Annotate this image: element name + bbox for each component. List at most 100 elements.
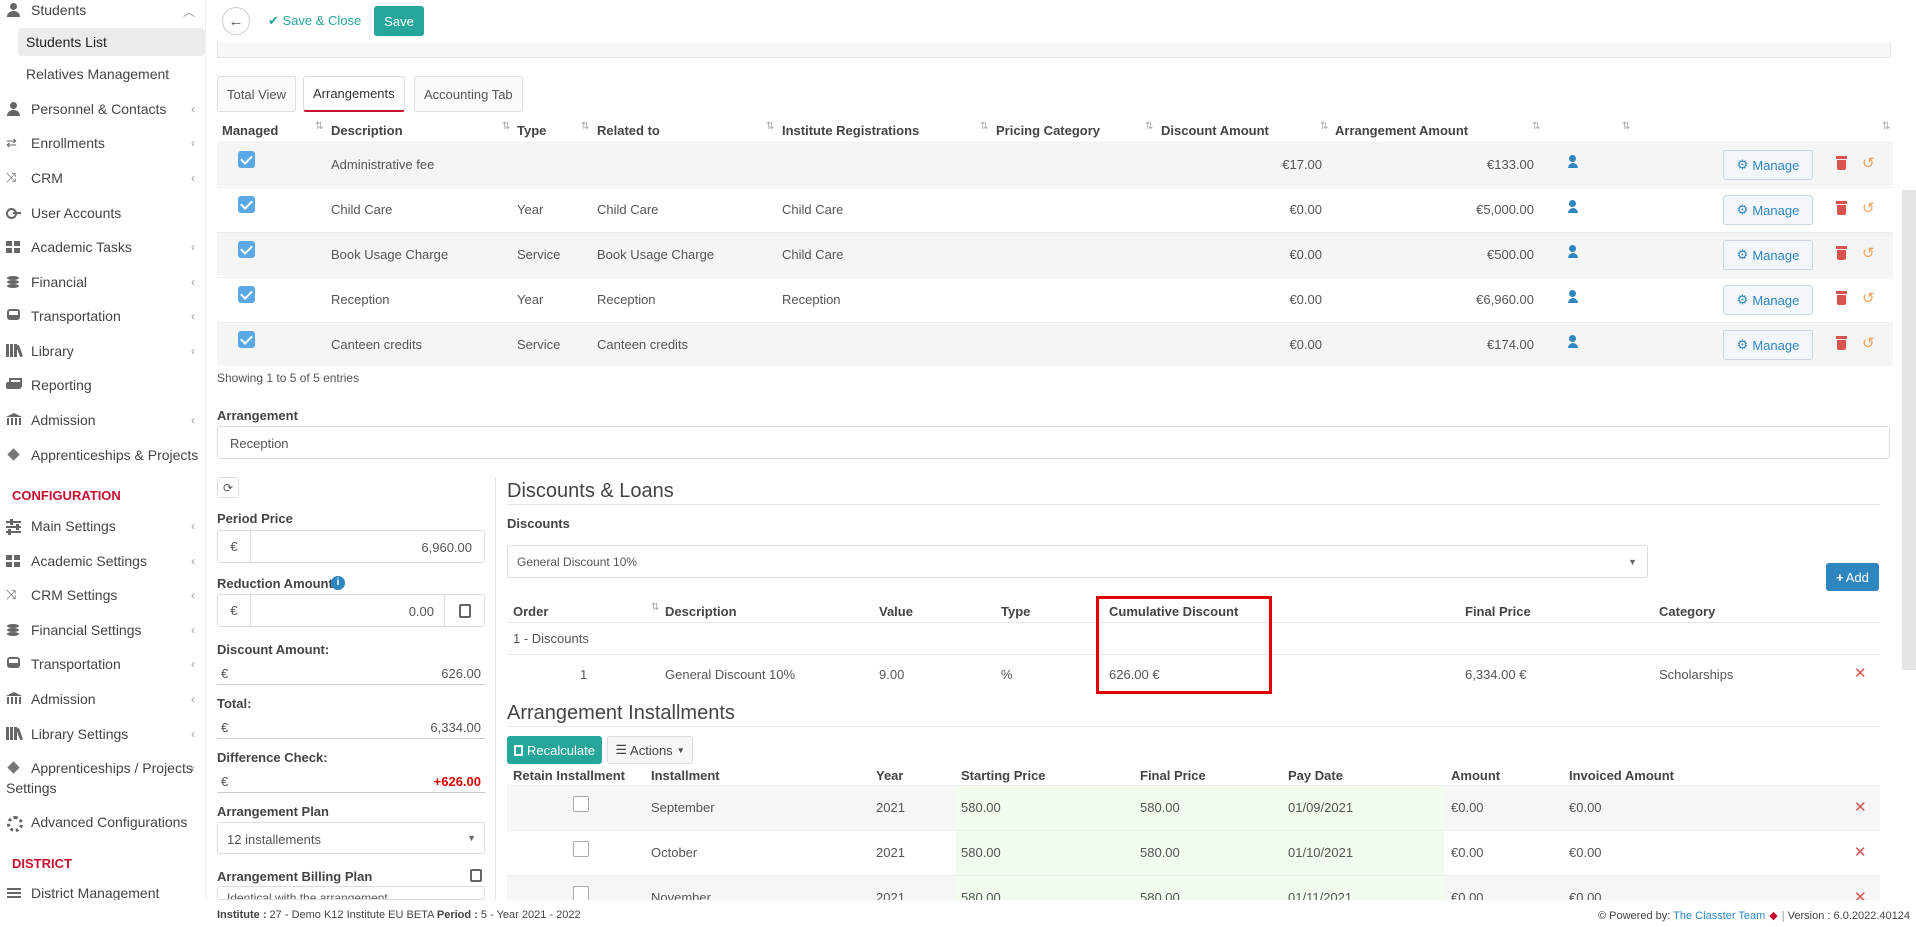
sidebar-item-students-list[interactable]: Students List: [18, 28, 205, 56]
column-header-year[interactable]: Year: [876, 768, 903, 783]
column-header-pay-date[interactable]: Pay Date: [1288, 768, 1343, 783]
column-header-starting-price[interactable]: Starting Price: [961, 768, 1046, 783]
managed-checkbox[interactable]: [238, 241, 255, 258]
calculator-icon[interactable]: [470, 869, 482, 882]
tab-accounting[interactable]: Accounting Tab: [414, 76, 523, 112]
column-header-invoiced-amount[interactable]: Invoiced Amount: [1569, 768, 1674, 783]
sort-icon[interactable]: ⇅: [651, 602, 659, 613]
column-header-managed[interactable]: Managed: [222, 123, 278, 138]
sidebar-item-admission[interactable]: Admission ‹: [6, 406, 201, 434]
cell-pay-date[interactable]: 01/11/2021: [1288, 890, 1352, 900]
column-header-description[interactable]: Description: [665, 604, 737, 619]
user-edit-icon[interactable]: [1568, 245, 1584, 259]
managed-checkbox[interactable]: [238, 151, 255, 168]
trash-icon[interactable]: [1836, 246, 1847, 260]
sidebar-item-main-settings[interactable]: Main Settings ‹: [6, 512, 201, 540]
sort-icon[interactable]: ⇅: [502, 121, 510, 132]
user-edit-icon[interactable]: [1568, 200, 1584, 214]
back-button[interactable]: ←: [222, 7, 250, 35]
history-icon[interactable]: ↺: [1862, 289, 1875, 307]
column-header-installment[interactable]: Installment: [651, 768, 720, 783]
column-header-amount[interactable]: Amount: [1451, 768, 1500, 783]
sort-icon[interactable]: ⇅: [1145, 121, 1153, 132]
calculator-button[interactable]: [444, 595, 484, 626]
sort-icon[interactable]: ⇅: [980, 121, 988, 132]
sidebar-item-user-accounts[interactable]: User Accounts: [6, 199, 201, 227]
discounts-select[interactable]: General Discount 10% ▼: [507, 545, 1648, 578]
sidebar-item-relatives[interactable]: Relatives Management: [18, 60, 205, 88]
cell-final-price[interactable]: 580.00: [1140, 890, 1180, 900]
history-icon[interactable]: ↺: [1862, 334, 1875, 352]
info-icon[interactable]: i: [331, 576, 345, 590]
tab-total-view[interactable]: Total View: [217, 76, 297, 112]
reduction-amount-field[interactable]: € 0.00: [217, 594, 485, 627]
remove-icon[interactable]: ✕: [1854, 664, 1867, 682]
recalculate-button[interactable]: Recalculate: [507, 736, 602, 764]
sidebar-item-crm-settings[interactable]: ⤨ CRM Settings ‹: [6, 581, 201, 609]
column-header-arrangement-amount[interactable]: Arrangement Amount: [1335, 123, 1468, 138]
save-close-button[interactable]: ✔ Save & Close: [268, 13, 361, 29]
sort-icon[interactable]: ⇅: [581, 121, 589, 132]
retain-checkbox[interactable]: [573, 886, 589, 900]
manage-button[interactable]: ⚙ Manage: [1723, 285, 1813, 315]
column-header-type[interactable]: Type: [517, 123, 546, 138]
column-header-order[interactable]: Order: [513, 604, 548, 619]
sidebar-item-enrollments[interactable]: ⇄ Enrollments ‹: [6, 129, 201, 157]
cell-starting-price[interactable]: 580.00: [961, 890, 1001, 900]
trash-icon[interactable]: [1836, 291, 1847, 305]
column-header-retain[interactable]: Retain Installment: [513, 768, 625, 783]
sidebar-item-personnel[interactable]: Personnel & Contacts ‹: [6, 95, 201, 123]
sidebar-item-advanced-configurations[interactable]: Advanced Configurations: [6, 808, 201, 836]
column-header-category[interactable]: Category: [1659, 604, 1715, 619]
sidebar-item-financial-settings[interactable]: Financial Settings ‹: [6, 616, 201, 644]
sidebar-item-academic-tasks[interactable]: Academic Tasks ‹: [6, 233, 201, 261]
tab-arrangements[interactable]: Arrangements: [303, 76, 405, 112]
manage-button[interactable]: ⚙ Manage: [1723, 195, 1813, 225]
history-icon[interactable]: ↺: [1862, 154, 1875, 172]
column-header-discount-amount[interactable]: Discount Amount: [1161, 123, 1269, 138]
column-header-description[interactable]: Description: [331, 123, 403, 138]
manage-button[interactable]: ⚙ Manage: [1723, 150, 1813, 180]
sort-icon[interactable]: ⇅: [1882, 121, 1890, 132]
cell-final-price[interactable]: 580.00: [1140, 845, 1180, 860]
arrangement-field[interactable]: Reception: [217, 426, 1890, 459]
managed-checkbox[interactable]: [238, 286, 255, 303]
manage-button[interactable]: ⚙ Manage: [1723, 330, 1813, 360]
cell-starting-price[interactable]: 580.00: [961, 800, 1001, 815]
sort-icon[interactable]: ⇅: [315, 121, 323, 132]
arrangement-plan-select[interactable]: 12 installements ▼: [217, 822, 485, 854]
history-icon[interactable]: ↺: [1862, 199, 1875, 217]
sidebar-item-transportation-settings[interactable]: Transportation ‹: [6, 650, 201, 678]
billing-plan-select[interactable]: Identical with the arrangement: [217, 886, 485, 900]
column-header-type[interactable]: Type: [1001, 604, 1030, 619]
sort-icon[interactable]: ⇅: [1622, 121, 1630, 132]
remove-icon[interactable]: ✕: [1854, 798, 1867, 816]
sidebar-item-district-management[interactable]: District Management: [6, 879, 201, 900]
add-discount-button[interactable]: + Add: [1826, 563, 1879, 591]
sidebar-item-academic-settings[interactable]: Academic Settings ‹: [6, 547, 201, 575]
refresh-icon[interactable]: ⟳: [217, 477, 239, 498]
retain-checkbox[interactable]: [573, 796, 589, 812]
sidebar-item-admission-settings[interactable]: Admission ‹: [6, 685, 201, 713]
sidebar-item-apprenticeships[interactable]: Apprenticeships & Projects: [6, 441, 201, 469]
sort-icon[interactable]: ⇅: [766, 121, 774, 132]
cell-pay-date[interactable]: 01/09/2021: [1288, 800, 1353, 815]
save-button[interactable]: Save: [374, 6, 424, 36]
remove-icon[interactable]: ✕: [1854, 843, 1867, 861]
team-link[interactable]: The Classter Team: [1673, 910, 1765, 922]
managed-checkbox[interactable]: [238, 331, 255, 348]
retain-checkbox[interactable]: [573, 841, 589, 857]
sidebar-item-library-settings[interactable]: Library Settings ‹: [6, 720, 201, 748]
sort-icon[interactable]: ⇅: [1532, 121, 1540, 132]
column-header-final-price[interactable]: Final Price: [1465, 604, 1531, 619]
manage-button[interactable]: ⚙ Manage: [1723, 240, 1813, 270]
sidebar-item-library[interactable]: Library ‹: [6, 337, 201, 365]
history-icon[interactable]: ↺: [1862, 244, 1875, 262]
user-edit-icon[interactable]: [1568, 290, 1584, 304]
trash-icon[interactable]: [1836, 336, 1847, 350]
sidebar-item-students[interactable]: Students ︿: [6, 0, 201, 24]
remove-icon[interactable]: ✕: [1854, 888, 1867, 900]
cell-final-price[interactable]: 580.00: [1140, 800, 1180, 815]
user-edit-icon[interactable]: [1568, 155, 1584, 169]
managed-checkbox[interactable]: [238, 196, 255, 213]
